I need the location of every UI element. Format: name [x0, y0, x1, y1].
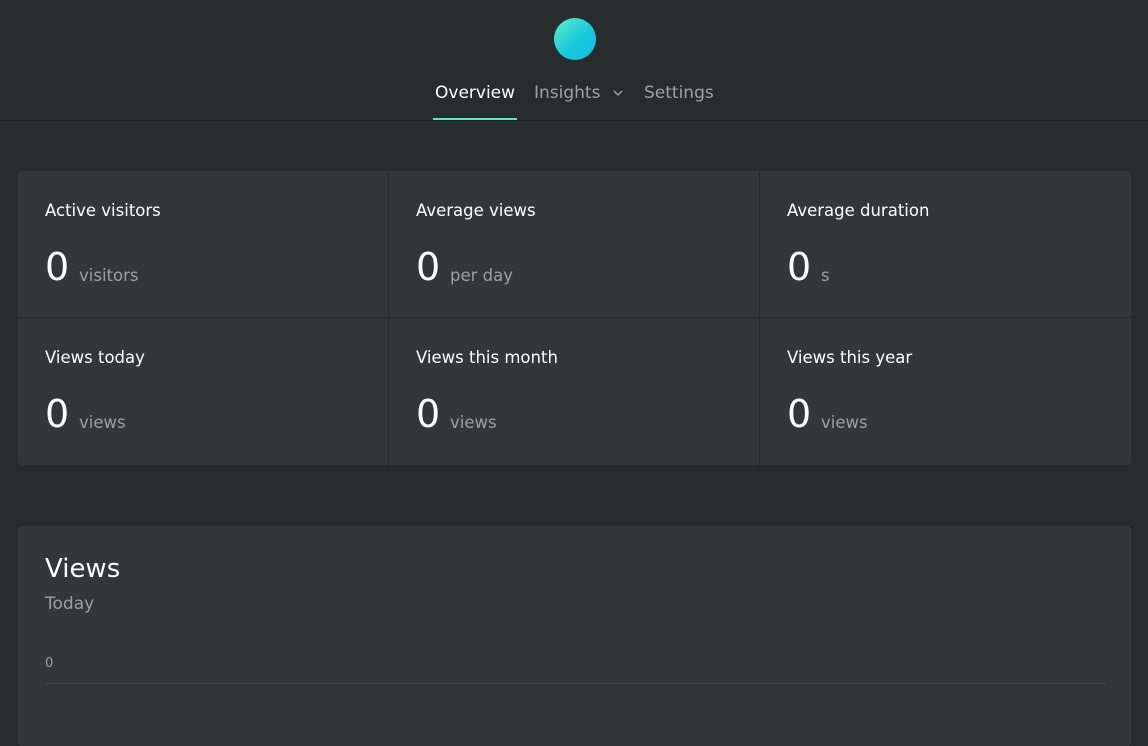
- stats-card: Active visitors 0 visitors Average views…: [18, 171, 1131, 465]
- views-title: Views: [45, 554, 121, 584]
- stat-views-today: Views today 0 views: [18, 318, 389, 465]
- stat-average-duration: Average duration 0 s: [760, 171, 1131, 318]
- y-tick-label: 0: [45, 656, 53, 671]
- stat-value: 0: [45, 392, 70, 436]
- chevron-down-icon: [613, 90, 623, 96]
- stat-label: Views today: [45, 348, 145, 367]
- stat-value: 0: [416, 245, 441, 289]
- views-chart: 0: [45, 656, 1105, 684]
- stat-label: Views this year: [787, 348, 913, 367]
- tab-insights-label: Insights: [534, 83, 601, 103]
- stat-value: 0: [787, 245, 812, 289]
- stat-views-this-month: Views this month 0 views: [389, 318, 760, 465]
- stat-unit: views: [79, 413, 126, 432]
- stat-value: 0: [787, 392, 812, 436]
- app-header: Overview Insights Settings: [0, 0, 1148, 121]
- tab-overview-label: Overview: [435, 83, 516, 103]
- stat-average-views: Average views 0 per day: [389, 171, 760, 318]
- stat-unit: per day: [450, 266, 514, 285]
- stat-label: Views this month: [416, 348, 558, 367]
- stat-unit: s: [821, 266, 830, 285]
- tab-settings-label: Settings: [644, 83, 714, 103]
- stat-unit: visitors: [79, 266, 139, 285]
- views-card: Views Today 0: [18, 526, 1131, 746]
- stat-unit: views: [821, 413, 868, 432]
- main-nav: Overview Insights Settings: [0, 82, 1148, 120]
- stat-value: 0: [45, 245, 70, 289]
- stat-label: Average duration: [787, 201, 930, 220]
- stat-label: Average views: [416, 201, 536, 220]
- stat-unit: views: [450, 413, 497, 432]
- stat-label: Active visitors: [45, 201, 161, 220]
- stat-views-this-year: Views this year 0 views: [760, 318, 1131, 465]
- stat-active-visitors: Active visitors 0 visitors: [18, 171, 389, 318]
- stat-value: 0: [416, 392, 441, 436]
- tab-overview[interactable]: Overview: [432, 82, 518, 120]
- views-subtitle: Today: [45, 594, 95, 614]
- tab-insights[interactable]: Insights: [534, 82, 624, 120]
- tab-settings[interactable]: Settings: [644, 82, 714, 120]
- logo-icon[interactable]: [554, 18, 596, 60]
